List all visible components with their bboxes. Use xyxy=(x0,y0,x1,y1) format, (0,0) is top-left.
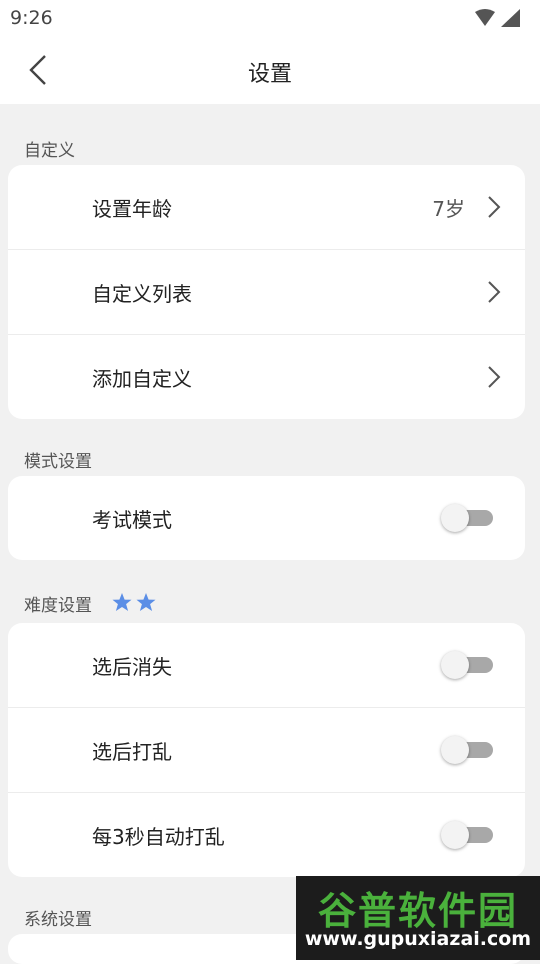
row-label: 每3秒自动打乱 xyxy=(92,825,225,849)
watermark-url: www.gupuxiazai.com xyxy=(304,928,532,950)
page-title: 设置 xyxy=(247,62,292,87)
difficulty-stars xyxy=(111,592,159,618)
section-header-mode: 模式设置 xyxy=(24,452,92,472)
row-label: 选后消失 xyxy=(92,655,172,679)
row-label: 选后打乱 xyxy=(92,740,172,764)
row-label: 设置年龄 xyxy=(92,197,172,221)
row-label: 自定义列表 xyxy=(92,282,192,306)
row-label: 考试模式 xyxy=(92,508,172,532)
chevron-right-icon xyxy=(488,366,501,388)
status-icons xyxy=(474,8,522,32)
row-custom-list[interactable]: 自定义列表 xyxy=(8,249,525,334)
toggle-thumb xyxy=(441,504,469,532)
row-add-custom[interactable]: 添加自定义 xyxy=(8,334,525,419)
row-set-age[interactable]: 设置年龄 7岁 xyxy=(8,165,525,249)
toggle-thumb xyxy=(441,821,469,849)
star-rating-icon xyxy=(112,593,156,611)
chevron-right-icon xyxy=(488,196,501,218)
card-mode: 考试模式 xyxy=(8,476,525,560)
card-difficulty: 选后消失 选后打乱 每3秒自动打乱 xyxy=(8,623,525,877)
row-auto-shuffle[interactable]: 每3秒自动打乱 xyxy=(8,792,525,877)
watermark-title: 谷普软件园 xyxy=(317,889,518,933)
section-header-system: 系统设置 xyxy=(24,910,92,930)
toggle-thumb xyxy=(441,736,469,764)
hide-after-select-toggle[interactable] xyxy=(441,651,495,679)
shuffle-after-select-toggle[interactable] xyxy=(441,736,495,764)
row-hide-after-select[interactable]: 选后消失 xyxy=(8,623,525,707)
status-bar: 9:26 xyxy=(0,0,540,36)
wifi-signal-icon xyxy=(475,9,520,27)
toggle-thumb xyxy=(441,651,469,679)
row-shuffle-after-select[interactable]: 选后打乱 xyxy=(8,707,525,792)
card-custom: 设置年龄 7岁 自定义列表 添加自定义 xyxy=(8,165,525,419)
exam-mode-toggle[interactable] xyxy=(441,504,495,532)
section-header-custom: 自定义 xyxy=(24,141,75,161)
status-time: 9:26 xyxy=(10,7,53,29)
chevron-right-icon xyxy=(488,281,501,303)
watermark: 谷普软件园 www.gupuxiazai.com xyxy=(296,876,540,960)
age-value: 7岁 xyxy=(432,197,465,221)
app-bar: 设置 xyxy=(0,36,540,104)
auto-shuffle-toggle[interactable] xyxy=(441,821,495,849)
row-label: 添加自定义 xyxy=(92,367,192,391)
row-exam-mode[interactable]: 考试模式 xyxy=(8,476,525,560)
section-header-difficulty: 难度设置 xyxy=(24,596,92,616)
